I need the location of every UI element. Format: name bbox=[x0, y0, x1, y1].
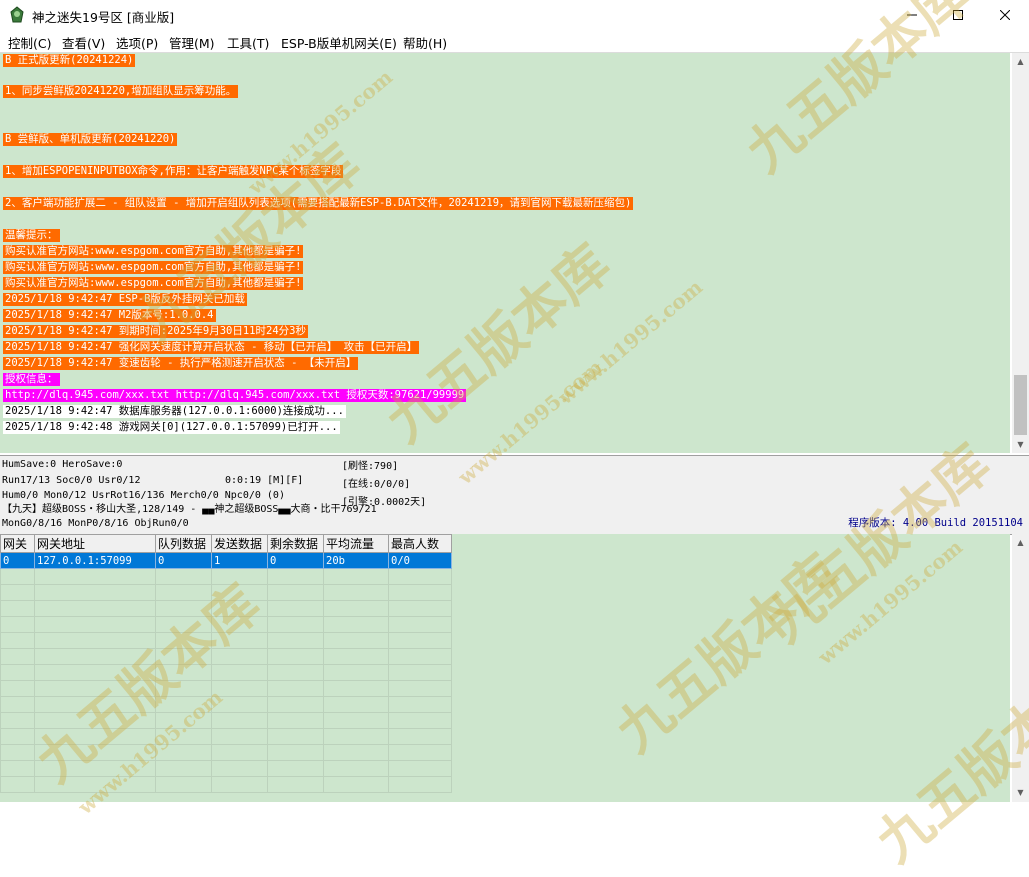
table-cell[interactable]: 0/0 bbox=[388, 552, 452, 569]
grid-scrollbar[interactable]: ▲ ▼ bbox=[1012, 534, 1029, 802]
menu-help[interactable]: 帮助(H) bbox=[403, 33, 447, 52]
log-scrollbar[interactable]: ▲ ▼ bbox=[1012, 53, 1029, 453]
table-row[interactable]: 0 127.0.0.1:57099 0 1 0 20b 0/0 bbox=[0, 552, 452, 569]
menu-bar: 控制(C) 查看(V) 选项(P) 管理(M) 工具(T) ESP-B版单机网关… bbox=[0, 30, 1029, 53]
engine-days: [引擎:0.0002天] bbox=[342, 497, 427, 508]
column-header-gateway[interactable]: 网关 bbox=[0, 534, 35, 553]
column-header-sent[interactable]: 发送数据 bbox=[211, 534, 268, 553]
app-icon bbox=[10, 6, 24, 23]
program-version: 程序版本: 4.00 Build 20151104 bbox=[848, 517, 1023, 529]
scroll-down-arrow-icon[interactable]: ▼ bbox=[1012, 784, 1029, 801]
log-line: 2、客户端功能扩展二 - 组队设置 - 增加开启组队列表选项(需要搭配最新ESP… bbox=[3, 197, 634, 210]
log-line: 2025/1/18 9:42:48 游戏网关[0](127.0.0.1:5709… bbox=[3, 421, 340, 434]
table-cell[interactable]: 127.0.0.1:57099 bbox=[34, 552, 156, 569]
log-line: 2025/1/18 9:42:47 到期时间:2025年9月30日11时24分3… bbox=[3, 325, 308, 338]
gateway-grid-panel: 网关 网关地址 队列数据 发送数据 剩余数据 平均流量 最高人数 0 127.0… bbox=[0, 534, 1010, 802]
save-status: HumSave:0 HeroSave:0 bbox=[2, 459, 123, 470]
boss-status: 【九天】超级BOSS・移山大圣,128/149 - ▄▄神之超级BOSS▄▄大商… bbox=[2, 504, 377, 515]
log-line: 购买认准官方网站:www.espgom.com官方自助,其他都是骗子! bbox=[3, 245, 304, 258]
table-row[interactable] bbox=[0, 616, 452, 633]
table-row[interactable] bbox=[0, 680, 452, 697]
menu-options[interactable]: 选项(P) bbox=[116, 33, 158, 52]
object-status: Hum0/0 Mon0/12 UsrRot16/136 Merch0/0 Npc… bbox=[2, 490, 285, 501]
minimize-icon bbox=[907, 14, 917, 16]
menu-espb-gateway[interactable]: ESP-B版单机网关(E) bbox=[281, 33, 397, 52]
table-row[interactable] bbox=[0, 648, 452, 665]
log-line: 1、同步尝鲜版20241220,增加组队显示筹功能。 bbox=[3, 85, 239, 98]
table-cell[interactable]: 0 bbox=[155, 552, 212, 569]
log-line: B 正式版更新(20241224) bbox=[3, 54, 136, 67]
column-header-remaining[interactable]: 剩余数据 bbox=[267, 534, 324, 553]
table-row[interactable] bbox=[0, 696, 452, 713]
table-row[interactable] bbox=[0, 568, 452, 585]
run-status: Run17/13 Soc0/0 Usr0/12 bbox=[2, 475, 141, 486]
minimize-button[interactable] bbox=[889, 0, 935, 30]
log-panel: B 正式版更新(20241224) 1、同步尝鲜版20241220,增加组队显示… bbox=[0, 53, 1010, 453]
table-cell[interactable]: 0 bbox=[267, 552, 324, 569]
menu-control[interactable]: 控制(C) bbox=[8, 33, 51, 52]
maximize-button[interactable] bbox=[935, 0, 981, 30]
table-cell[interactable]: 0 bbox=[0, 552, 35, 569]
log-line: 2025/1/18 9:42:47 变速齿轮 - 执行严格测速开启状态 - 【未… bbox=[3, 357, 359, 370]
title-bar: 神之迷失19号区 [商业版] bbox=[0, 0, 1029, 30]
log-line: 购买认准官方网站:www.espgom.com官方自助,其他都是骗子! bbox=[3, 277, 304, 290]
log-line: 1、增加ESPOPENINPUTBOX命令,作用：让客户端触发NPC某个标签字段 bbox=[3, 165, 344, 178]
table-header-row: 网关 网关地址 队列数据 发送数据 剩余数据 平均流量 最高人数 bbox=[0, 534, 452, 553]
table-row[interactable] bbox=[0, 712, 452, 729]
table-row[interactable] bbox=[0, 632, 452, 649]
table-row[interactable] bbox=[0, 664, 452, 681]
log-line: 温馨提示： bbox=[3, 229, 60, 242]
log-line: http://dlq.945.com/xxx.txt http://dlq.94… bbox=[3, 389, 467, 402]
scroll-up-arrow-icon[interactable]: ▲ bbox=[1012, 53, 1029, 70]
window-title: 神之迷失19号区 [商业版] bbox=[32, 10, 175, 25]
log-line: 购买认准官方网站:www.espgom.com官方自助,其他都是骗子! bbox=[3, 261, 304, 274]
log-line: 授权信息： bbox=[3, 373, 60, 386]
column-header-max-users[interactable]: 最高人数 bbox=[388, 534, 452, 553]
table-row[interactable] bbox=[0, 728, 452, 745]
table-row[interactable] bbox=[0, 600, 452, 617]
monster-status: MonG0/8/16 MonP0/8/16 ObjRun0/0 bbox=[2, 518, 189, 529]
table-row[interactable] bbox=[0, 776, 452, 793]
column-header-address[interactable]: 网关地址 bbox=[34, 534, 156, 553]
menu-view[interactable]: 查看(V) bbox=[62, 33, 105, 52]
log-line: 2025/1/18 9:42:47 M2版本号:1.0.0.4 bbox=[3, 309, 216, 322]
table-cell[interactable]: 20b bbox=[323, 552, 389, 569]
scroll-thumb[interactable] bbox=[1014, 375, 1027, 435]
refresh-monster-count: [刷怪:790] bbox=[342, 461, 399, 472]
table-row[interactable] bbox=[0, 760, 452, 777]
table-cell[interactable]: 1 bbox=[211, 552, 268, 569]
close-icon bbox=[1000, 10, 1010, 20]
column-header-avg-traffic[interactable]: 平均流量 bbox=[323, 534, 389, 553]
scroll-down-arrow-icon[interactable]: ▼ bbox=[1012, 436, 1029, 453]
menu-manage[interactable]: 管理(M) bbox=[169, 33, 215, 52]
table-row[interactable] bbox=[0, 584, 452, 601]
log-line: B 尝鲜版、单机版更新(20241220) bbox=[3, 133, 178, 146]
log-line: 2025/1/18 9:42:47 强化网关速度计算开启状态 - 移动【已开启】… bbox=[3, 341, 420, 354]
scroll-up-arrow-icon[interactable]: ▲ bbox=[1012, 534, 1029, 551]
column-header-queue[interactable]: 队列数据 bbox=[155, 534, 212, 553]
status-panel: HumSave:0 HeroSave:0 Run17/13 Soc0/0 Usr… bbox=[0, 455, 1029, 535]
online-count: [在线:0/0/0] bbox=[342, 479, 411, 490]
gateway-table: 网关 网关地址 队列数据 发送数据 剩余数据 平均流量 最高人数 0 127.0… bbox=[0, 534, 452, 793]
close-button[interactable] bbox=[982, 0, 1028, 30]
table-row[interactable] bbox=[0, 744, 452, 761]
log-line: 2025/1/18 9:42:47 数据库服务器(127.0.0.1:6000)… bbox=[3, 405, 346, 418]
maximize-icon bbox=[953, 10, 963, 20]
menu-tools[interactable]: 工具(T) bbox=[227, 33, 269, 52]
uptime-timer: 0:0:19 [M][F] bbox=[225, 475, 304, 486]
log-line: 2025/1/18 9:42:47 ESP-B版反外挂网关已加载 bbox=[3, 293, 247, 306]
